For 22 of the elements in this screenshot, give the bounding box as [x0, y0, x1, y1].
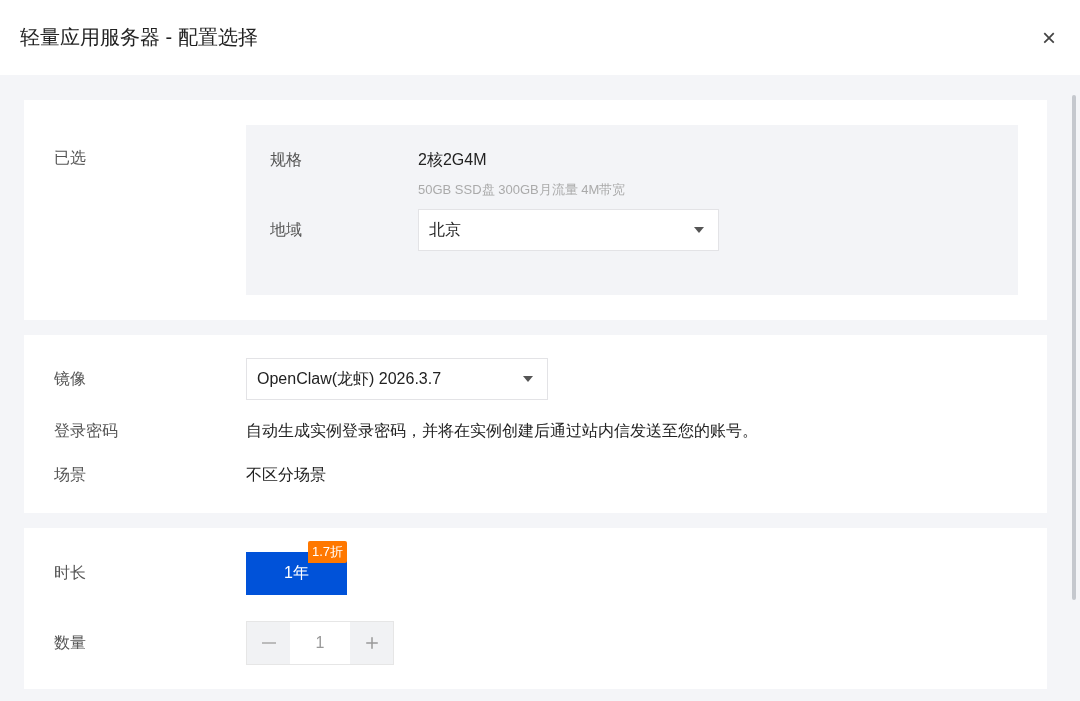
caret-icon: [523, 376, 533, 382]
scrollbar[interactable]: [1072, 95, 1076, 600]
field-label: 场景: [54, 464, 87, 485]
plus-button[interactable]: [350, 622, 393, 664]
field-value: 自动生成实例登录密码，并将在实例创建后通过站内信发送至您的账号。: [246, 420, 758, 441]
minus-icon: [261, 642, 276, 644]
field-label: 镜像: [54, 368, 87, 389]
spec-value: 2核2G4M: [418, 151, 487, 168]
close-button[interactable]: ×: [1042, 25, 1056, 50]
field-label: 登录密码: [54, 420, 119, 441]
discount-badge: 1.7折: [307, 541, 347, 563]
spec-detail: 50GB SSD盘 300GB月流量 4M带宽: [418, 181, 626, 199]
dialog-title: 轻量应用服务器 - 配置选择: [20, 25, 258, 50]
field-label: 数量: [54, 632, 87, 653]
field-label: 地域: [270, 219, 303, 240]
field-label: 已选: [54, 148, 87, 168]
image-select[interactable]: OpenClaw(龙虾) 2026.3.7: [246, 358, 548, 400]
field-value: 不区分场景: [246, 464, 326, 485]
caret-icon: [694, 227, 704, 233]
field-label: 时长: [54, 563, 87, 583]
field-label: 规格: [270, 150, 303, 170]
region-select[interactable]: 北京: [418, 209, 719, 251]
